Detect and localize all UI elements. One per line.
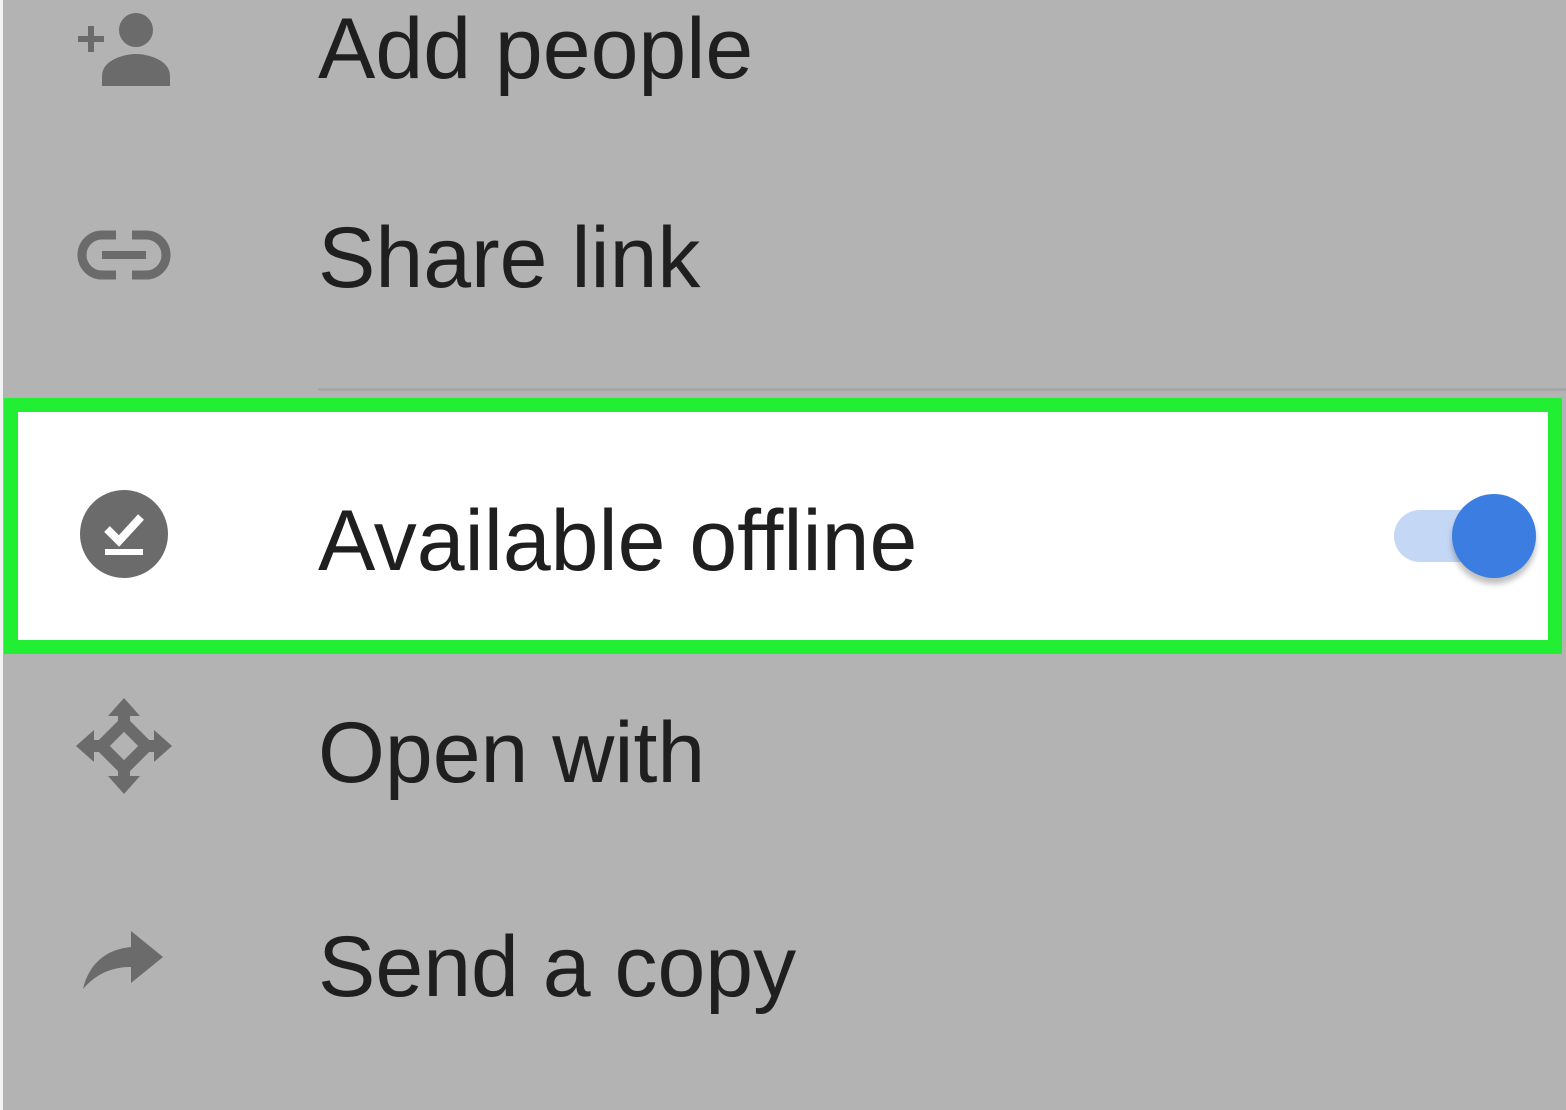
menu-item-share-link[interactable]: Share link (0, 200, 1566, 310)
menu-item-add-people[interactable]: Add people (0, 0, 1566, 104)
available-offline-toggle[interactable] (1394, 494, 1536, 578)
context-menu: Add people Share link Available offline (0, 0, 1566, 1110)
menu-item-open-with[interactable]: Open with (0, 692, 1566, 804)
menu-item-label: Send a copy (318, 919, 797, 1015)
menu-item-label: Add people (318, 1, 754, 97)
share-arrow-icon (72, 906, 176, 1010)
menu-divider (318, 388, 1566, 391)
add-person-icon (72, 0, 176, 100)
menu-item-send-a-copy[interactable]: Send a copy (0, 904, 1566, 1016)
menu-item-label: Available offline (318, 493, 918, 589)
offline-check-icon (72, 482, 176, 586)
toggle-thumb[interactable] (1452, 494, 1536, 578)
menu-item-label: Share link (318, 210, 701, 306)
link-icon (72, 203, 176, 307)
menu-item-label: Open with (318, 705, 706, 801)
open-with-icon (72, 694, 176, 798)
menu-item-available-offline[interactable]: Available offline (0, 482, 1566, 594)
